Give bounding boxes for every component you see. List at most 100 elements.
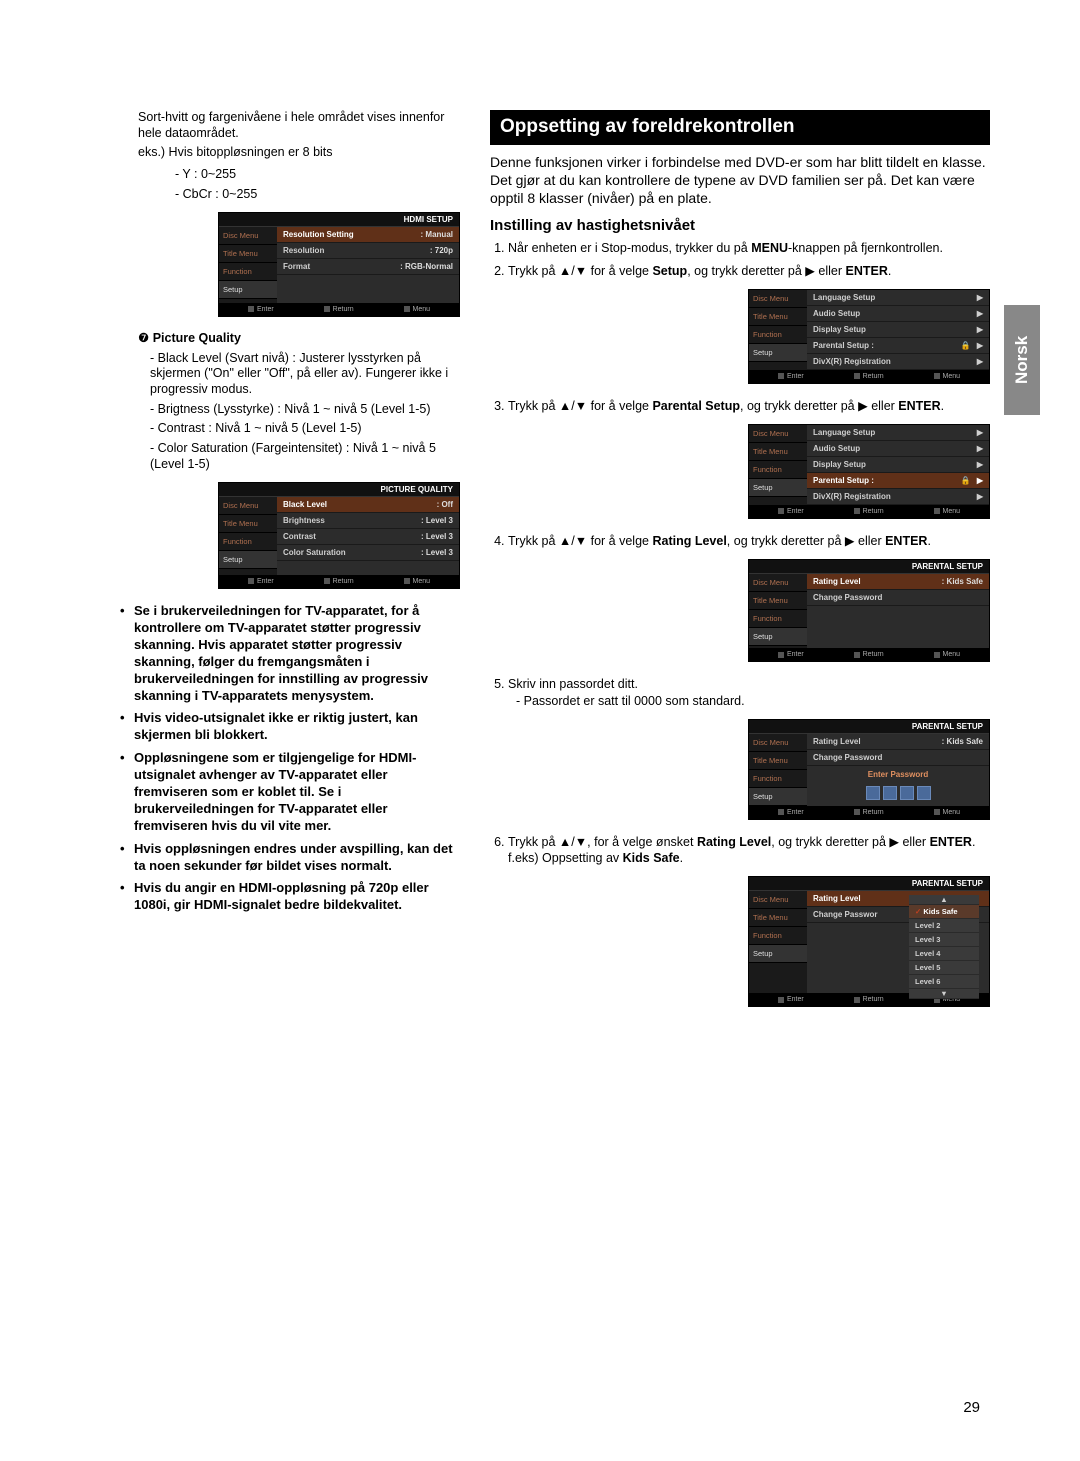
osd-side-item: Setup — [749, 945, 807, 963]
osd-row-label: Audio Setup — [813, 309, 971, 318]
osd-foot-btn: Menu — [934, 508, 961, 515]
note-text: Se i brukerveiledningen for TV-apparatet… — [134, 603, 460, 704]
osd-row-label: Black Level — [283, 500, 433, 509]
osd-side-item: Setup — [749, 344, 807, 362]
osd-row-label: Resolution — [283, 246, 426, 255]
step-item: Når enheten er i Stop-modus, trykker du … — [508, 240, 990, 256]
osd-side-item: Function — [749, 770, 807, 788]
osd-side-item: Disc Menu — [749, 734, 807, 752]
step-item: Trykk på ▲/▼ for å velge Rating Level, o… — [508, 533, 990, 549]
osd-row-label: Display Setup — [813, 325, 971, 334]
osd-hdmi-setup: HDMI SETUP Disc Menu Title Menu Function… — [218, 212, 460, 317]
osd-foot-btn: Return — [854, 651, 884, 658]
chevron-right-icon: ▶ — [971, 309, 983, 318]
range-line: - CbCr : 0~255 — [120, 187, 460, 203]
step-item: Trykk på ▲/▼ for å velge Parental Setup,… — [508, 398, 990, 414]
osd-row-value: : Manual — [417, 230, 453, 239]
osd-setup-menu: Disc Menu Title Menu Function Setup Lang… — [748, 289, 990, 384]
osd-side-item: Function — [749, 610, 807, 628]
osd-side-item: Title Menu — [749, 443, 807, 461]
chevron-right-icon: ▶ — [971, 428, 983, 437]
osd-row-value: : RGB-Normal — [396, 262, 453, 271]
osd-row-label: Audio Setup — [813, 444, 971, 453]
chevron-right-icon: ▶ — [971, 357, 983, 366]
osd-foot-btn: Enter — [778, 809, 804, 816]
lock-icon: 🔒 — [961, 476, 971, 485]
intro-text: Denne funksjonen virker i forbindelse me… — [490, 153, 990, 208]
osd-foot-btn: Return — [324, 306, 354, 313]
osd-title: PARENTAL SETUP — [749, 720, 989, 734]
osd-row-label: Brightness — [283, 516, 417, 525]
steps-list: Når enheten er i Stop-modus, trykker du … — [490, 240, 990, 279]
chevron-right-icon: ▶ — [971, 293, 983, 302]
page-number: 29 — [963, 1399, 980, 1416]
osd-row-value: : Kids Safe — [938, 737, 983, 746]
osd-foot-btn: Return — [854, 508, 884, 515]
osd-row-label: Rating Level — [813, 737, 938, 746]
osd-side-item: Setup — [219, 551, 277, 569]
submenu-item: Level 5 — [909, 961, 979, 975]
osd-row-value: : Level 3 — [417, 548, 453, 557]
right-column: Oppsetting av foreldrekontrollen Denne f… — [490, 110, 990, 1021]
chevron-right-icon: ▶ — [971, 325, 983, 334]
osd-row-label: Rating Level — [813, 577, 938, 586]
osd-row-label: Contrast — [283, 532, 417, 541]
osd-foot-btn: Enter — [778, 651, 804, 658]
osd-foot-btn: Enter — [778, 508, 804, 515]
range-line: - Y : 0~255 — [120, 167, 460, 183]
osd-side-item: Title Menu — [749, 308, 807, 326]
osd-foot-btn: Return — [854, 996, 884, 1003]
osd-side-item: Title Menu — [219, 515, 277, 533]
osd-foot-btn: Menu — [404, 578, 431, 585]
osd-side-item: Title Menu — [749, 752, 807, 770]
osd-row-label: Change Password — [813, 753, 983, 762]
pq-item: - Black Level (Svart nivå) : Justerer ly… — [120, 351, 460, 398]
osd-side-item: Disc Menu — [749, 290, 807, 308]
submenu-item: Level 2 — [909, 919, 979, 933]
osd-side-item: Setup — [219, 281, 277, 299]
note-text: Oppløsningene som er tilgjengelige for H… — [134, 750, 460, 834]
osd-foot-btn: Menu — [934, 809, 961, 816]
pq-heading: ❼ Picture Quality — [120, 331, 460, 347]
osd-row-label: Language Setup — [813, 293, 971, 302]
note-text: Hvis video-utsignalet ikke er riktig jus… — [134, 710, 460, 744]
submenu-item: Level 6 — [909, 975, 979, 989]
osd-parental-rating-levels: PARENTAL SETUP Disc Menu Title Menu Func… — [748, 876, 990, 1007]
chevron-right-icon: ▶ — [971, 476, 983, 485]
osd-row-value: : 720p — [426, 246, 453, 255]
osd-row-label: Change Password — [813, 593, 983, 602]
osd-side-item: Title Menu — [749, 592, 807, 610]
osd-foot-btn: Enter — [778, 373, 804, 380]
osd-side-item: Disc Menu — [219, 497, 277, 515]
osd-side-item: Title Menu — [749, 909, 807, 927]
osd-title: PARENTAL SETUP — [749, 877, 989, 891]
osd-row-label: Resolution Setting — [283, 230, 417, 239]
circled-number-icon: ❼ — [138, 331, 149, 345]
submenu-item: Level 4 — [909, 947, 979, 961]
osd-row-label: Color Saturation — [283, 548, 417, 557]
chevron-up-icon: ▲ — [909, 895, 979, 905]
osd-side-item: Disc Menu — [749, 891, 807, 909]
left-column: Sort-hvitt og fargenivåene i hele område… — [120, 110, 460, 1021]
osd-side-item: Title Menu — [219, 245, 277, 263]
osd-side-item: Disc Menu — [749, 574, 807, 592]
osd-side-item: Disc Menu — [749, 425, 807, 443]
note-text: Hvis oppløsningen endres under avspillin… — [134, 841, 460, 875]
osd-row-value: : Level 3 — [417, 516, 453, 525]
password-boxes — [807, 783, 989, 806]
osd-parental-setup: PARENTAL SETUP Disc Menu Title Menu Func… — [748, 559, 990, 662]
osd-side-item: Function — [749, 927, 807, 945]
osd-side-item: Function — [219, 533, 277, 551]
osd-row-label: Parental Setup : — [813, 476, 961, 485]
osd-picture-quality: PICTURE QUALITY Disc Menu Title Menu Fun… — [218, 482, 460, 589]
osd-foot-btn: Return — [854, 373, 884, 380]
osd-row-label: Parental Setup : — [813, 341, 961, 350]
osd-foot-btn: Menu — [934, 373, 961, 380]
osd-setup-menu-highlight: Disc Menu Title Menu Function Setup Lang… — [748, 424, 990, 519]
osd-foot-btn: Enter — [248, 306, 274, 313]
pq-item: - Color Saturation (Fargeintensitet) : N… — [120, 441, 460, 472]
osd-row-label: DivX(R) Registration — [813, 357, 971, 366]
chevron-down-icon: ▼ — [909, 989, 979, 999]
osd-side-item: Setup — [749, 788, 807, 806]
osd-foot-btn: Return — [854, 809, 884, 816]
